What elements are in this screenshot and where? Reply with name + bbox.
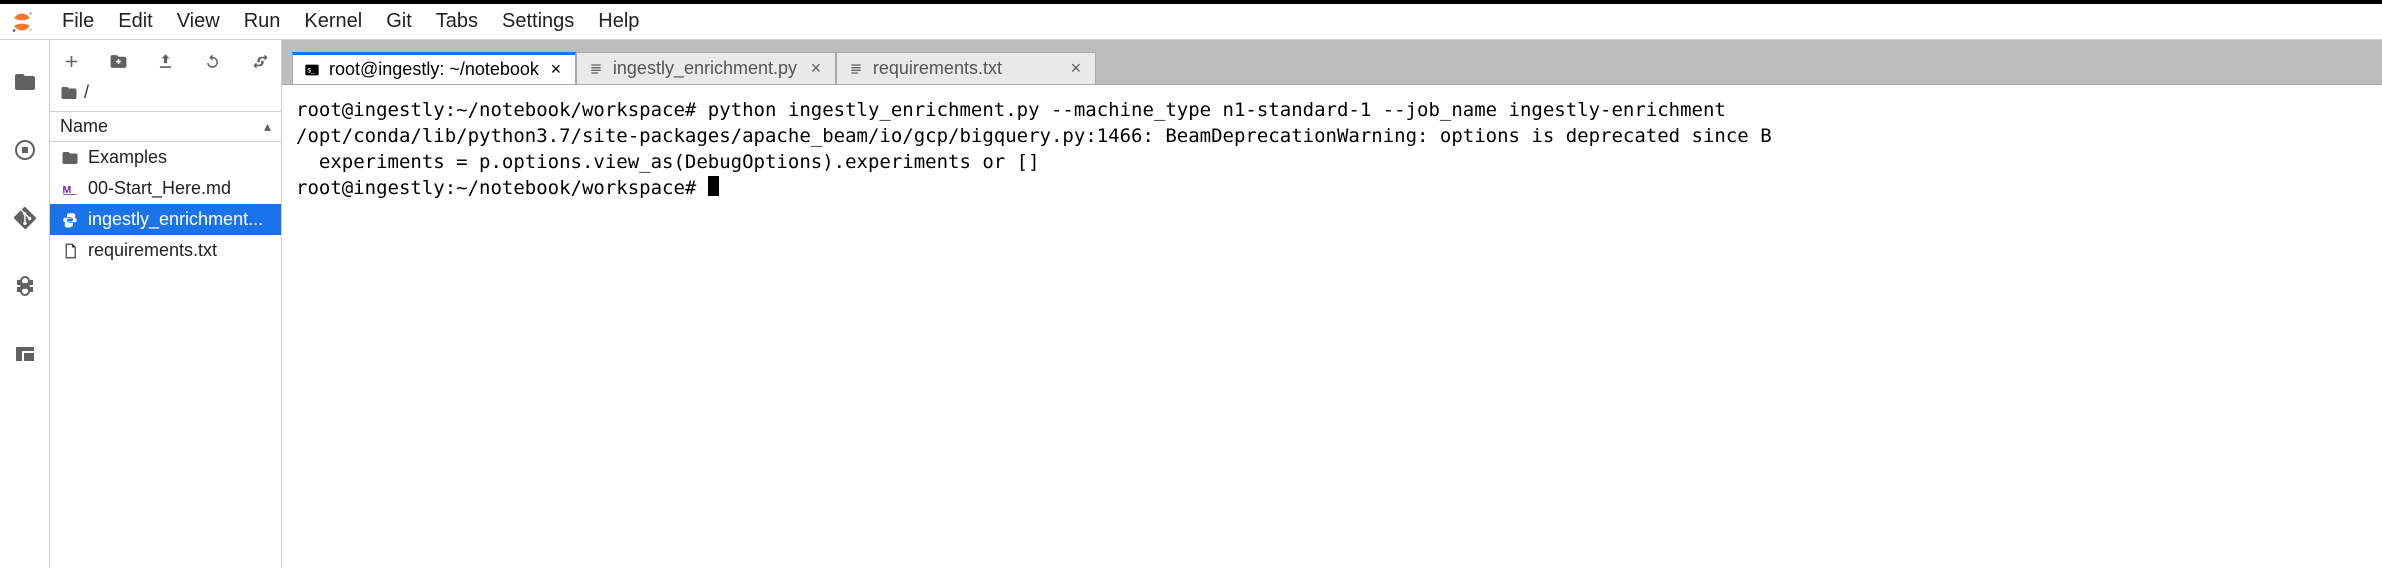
tab-bar: $_root@ingestly: ~/notebook×ingestly_enr… — [282, 40, 2382, 84]
new-launcher-button[interactable] — [60, 50, 82, 72]
folder-icon — [60, 84, 78, 102]
file-text-icon — [587, 60, 605, 78]
menu-run[interactable]: Run — [232, 6, 293, 37]
activity-git-icon[interactable] — [9, 202, 41, 234]
git-clone-button[interactable] — [249, 50, 271, 72]
folder-icon — [60, 148, 80, 168]
breadcrumb[interactable]: / — [50, 80, 281, 111]
activity-tabs-icon[interactable] — [9, 338, 41, 370]
file-text-icon — [847, 60, 865, 78]
text-icon — [60, 241, 80, 261]
menu-settings[interactable]: Settings — [490, 6, 586, 37]
main-area: $_root@ingestly: ~/notebook×ingestly_enr… — [282, 40, 2382, 568]
terminal-icon: $_ — [303, 61, 321, 79]
close-icon[interactable]: × — [1067, 60, 1085, 78]
file-item-text[interactable]: requirements.txt — [50, 235, 281, 266]
close-icon[interactable]: × — [807, 60, 825, 78]
menu-tabs[interactable]: Tabs — [424, 6, 490, 37]
file-item-folder[interactable]: Examples — [50, 142, 281, 173]
close-icon[interactable]: × — [547, 61, 565, 79]
cursor-icon — [708, 176, 719, 196]
tab[interactable]: requirements.txt × — [836, 52, 1096, 84]
python-icon — [60, 210, 80, 230]
terminal-prompt-line: root@ingestly:~/notebook/workspace# — [296, 175, 2368, 201]
terminal-line: /opt/conda/lib/python3.7/site-packages/a… — [296, 123, 2368, 149]
file-browser-toolbar — [50, 46, 281, 80]
terminal-line: experiments = p.options.view_as(DebugOpt… — [296, 149, 2368, 175]
file-item-label: 00-Start_Here.md — [88, 178, 231, 199]
terminal-prompt: root@ingestly:~/notebook/workspace# — [296, 177, 708, 199]
activity-bar — [0, 40, 50, 568]
svg-text:M: M — [63, 183, 72, 195]
new-folder-button[interactable] — [107, 50, 129, 72]
file-item-markdown[interactable]: M 00-Start_Here.md — [50, 173, 281, 204]
terminal-output[interactable]: root@ingestly:~/notebook/workspace# pyth… — [282, 84, 2382, 568]
file-item-label: Examples — [88, 147, 167, 168]
activity-running-icon[interactable] — [9, 134, 41, 166]
file-browser-panel: / Name Examples M 00-Start_Here.md ingestly… — [50, 40, 282, 568]
sort-indicator-icon — [264, 118, 271, 135]
menu-help[interactable]: Help — [586, 6, 651, 37]
tab-label: ingestly_enrichment.py — [613, 58, 799, 79]
tab-label: requirements.txt — [873, 58, 1059, 79]
jupyter-logo — [8, 8, 36, 36]
file-item-label: requirements.txt — [88, 240, 217, 261]
tab[interactable]: ingestly_enrichment.py × — [576, 52, 836, 84]
terminal-line: root@ingestly:~/notebook/workspace# pyth… — [296, 97, 2368, 123]
menu-kernel[interactable]: Kernel — [292, 6, 374, 37]
menu-view[interactable]: View — [165, 6, 232, 37]
file-item-label: ingestly_enrichment... — [88, 209, 263, 230]
menu-file[interactable]: File — [50, 6, 106, 37]
file-item-python[interactable]: ingestly_enrichment... — [50, 204, 281, 235]
markdown-icon: M — [60, 179, 80, 199]
file-list: Examples M 00-Start_Here.md ingestly_enrich… — [50, 142, 281, 568]
file-list-header[interactable]: Name — [50, 111, 281, 142]
breadcrumb-path: / — [84, 82, 89, 103]
tab-label: root@ingestly: ~/notebook — [329, 59, 539, 80]
upload-button[interactable] — [155, 50, 177, 72]
refresh-button[interactable] — [202, 50, 224, 72]
activity-extensions-icon[interactable] — [9, 270, 41, 302]
menubar: FileEditViewRunKernelGitTabsSettingsHelp — [0, 4, 2382, 40]
menu-git[interactable]: Git — [374, 6, 424, 37]
name-column-header: Name — [60, 116, 108, 137]
menu-edit[interactable]: Edit — [106, 6, 164, 37]
svg-text:$_: $_ — [307, 67, 315, 74]
activity-folder-icon[interactable] — [9, 66, 41, 98]
tab[interactable]: $_ root@ingestly: ~/notebook × — [292, 52, 576, 84]
